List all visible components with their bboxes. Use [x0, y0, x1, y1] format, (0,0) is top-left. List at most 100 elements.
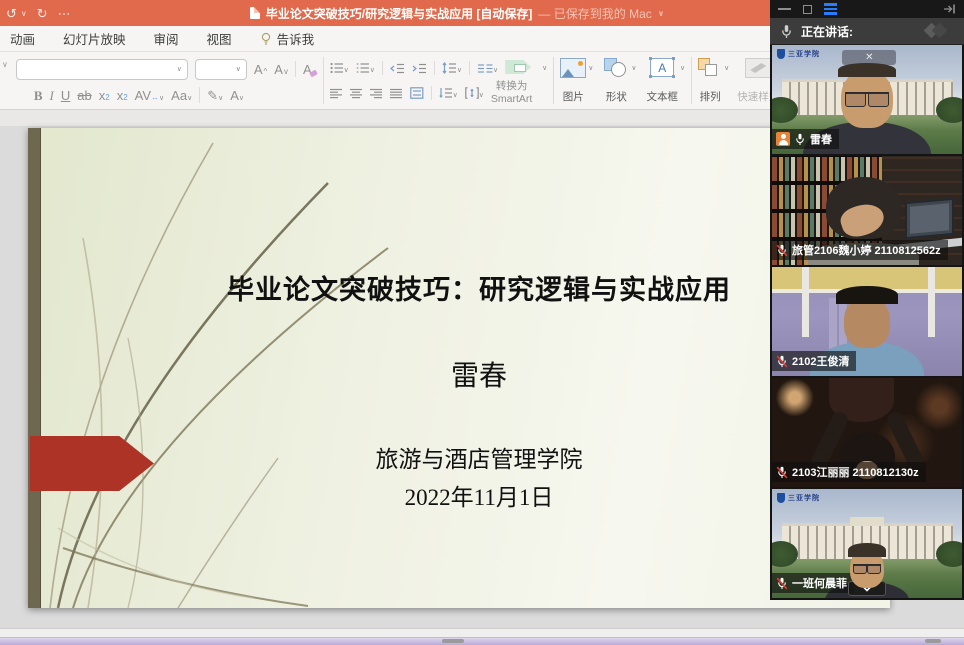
redo-icon[interactable]: ↻ [37, 7, 48, 20]
strikethrough-button[interactable]: ab [77, 89, 91, 102]
change-case-button[interactable]: Aa∨ [171, 89, 192, 102]
speaking-bar: 正在讲话: [770, 18, 964, 45]
participant-tile-wangjunqing[interactable]: 2102王俊清 [772, 267, 962, 376]
bottom-dock-strip [0, 637, 964, 645]
text-direction-button[interactable]: ∨ [439, 87, 458, 99]
participant-tile-leichun[interactable]: 三亚学院 ✕ [772, 45, 962, 154]
font-color-button[interactable]: A∨ [230, 89, 244, 102]
align-center-button[interactable] [350, 88, 363, 99]
logo-shield-icon [777, 49, 785, 59]
arrange-button[interactable]: 排列 ∨ [698, 56, 729, 105]
window-mode-icon[interactable] [803, 5, 812, 14]
document-title-text: 毕业论文突破技巧/研究逻辑与实战应用 [自动保存] [266, 5, 533, 22]
participant-tiles: 三亚学院 ✕ [770, 45, 964, 600]
columns-button[interactable]: ∨ [477, 63, 498, 74]
slide-date[interactable]: 2022年11月1日 [88, 478, 870, 512]
scrollbar-thumb[interactable] [925, 639, 941, 643]
shrink-font-button[interactable]: Av [274, 63, 288, 76]
insert-group: 图片 ∨ 形状 ∨ A 文本框 ∨ [554, 52, 691, 109]
increase-indent-button[interactable] [412, 63, 427, 74]
slide-title[interactable]: 毕业论文突破技巧：研究逻辑与实战应用 [88, 268, 870, 307]
numbered-list-button[interactable]: ∨ [356, 62, 375, 74]
undo-dropdown-caret-icon[interactable]: ∨ [21, 9, 27, 18]
tab-slideshow[interactable]: 幻灯片放映 [63, 29, 126, 48]
minimize-icon[interactable] [778, 8, 791, 10]
line-spacing-button[interactable]: ∨ [442, 62, 462, 74]
slide-department[interactable]: 旅游与酒店管理学院 [88, 440, 870, 474]
decrease-indent-icon [390, 63, 405, 74]
superscript-button[interactable]: x2 [99, 89, 110, 102]
grow-font-button[interactable]: A^ [254, 63, 267, 76]
tab-tell-me[interactable]: 告诉我 [260, 29, 315, 48]
align-text-vertical-button[interactable]: ∨ [465, 87, 484, 99]
exit-panel-icon[interactable] [943, 3, 956, 15]
insert-shapes-button[interactable]: 形状 ∨ [603, 56, 636, 105]
document-icon [250, 7, 260, 19]
quick-styles-icon [745, 58, 771, 78]
slide-left-bar [28, 128, 41, 608]
participant-tile-jianglili[interactable]: 2103江丽丽 2110812130z [772, 378, 962, 487]
clipped-dropdown-caret-icon[interactable]: ∨ [2, 60, 8, 69]
list-view-icon[interactable] [824, 3, 837, 15]
align-left-icon [330, 88, 343, 99]
highlight-pen-button[interactable]: ✎∨ [207, 89, 223, 102]
participant-name: 2102王俊清 [792, 353, 849, 369]
decrease-indent-button[interactable] [390, 63, 405, 74]
textbox-icon: A [650, 58, 674, 77]
screen: ↺ ∨ ↻ ⋯ 毕业论文突破技巧/研究逻辑与实战应用 [自动保存] — 已保存到… [0, 0, 964, 645]
align-left-button[interactable] [330, 88, 343, 99]
italic-button[interactable]: I [50, 89, 54, 102]
participant-name-bar: 2103江丽丽 2110812130z [772, 462, 926, 482]
participant-name: 一班何晨菲 [792, 575, 847, 591]
mic-muted-icon [776, 355, 788, 368]
tab-view[interactable]: 视图 [207, 29, 232, 48]
numbered-list-icon [356, 62, 370, 74]
insert-textbox-button[interactable]: A 文本框 ∨ [647, 56, 686, 105]
clear-formatting-button[interactable]: A [303, 63, 317, 76]
tab-animation[interactable]: 动画 [10, 29, 35, 48]
font-size-combo[interactable]: ∨ [195, 59, 247, 80]
mic-on-icon [794, 133, 806, 146]
host-icon [776, 132, 790, 146]
align-center-icon [350, 88, 363, 99]
arrange-icon [698, 58, 722, 78]
slide-canvas[interactable]: 毕业论文突破技巧：研究逻辑与实战应用 雷春 旅游与酒店管理学院 2022年11月… [28, 128, 890, 608]
smartart-graphic-icon[interactable] [505, 58, 535, 78]
mic-muted-icon [776, 244, 788, 257]
more-commands-icon[interactable]: ⋯ [58, 7, 71, 20]
mic-muted-icon [776, 577, 788, 590]
participant-tile-hechenfei[interactable]: 三亚学院 一班何晨菲 [772, 489, 962, 598]
document-title: 毕业论文突破技巧/研究逻辑与实战应用 [自动保存] — 已保存到我的 Mac ∨ [150, 5, 764, 22]
character-spacing-button[interactable]: AV↔∨ [135, 89, 165, 102]
align-right-button[interactable] [370, 88, 383, 99]
picture-icon [560, 58, 586, 78]
bullet-list-icon [330, 62, 344, 74]
distribute-text-button[interactable] [410, 87, 424, 99]
insert-picture-button[interactable]: 图片 ∨ [560, 56, 593, 105]
participant-tile-weixiaoting[interactable]: 旅管2106魏小婷 2110812562z [772, 156, 962, 265]
mic-muted-icon [776, 466, 788, 479]
participant-name: 雷春 [810, 131, 832, 147]
participant-name: 旅管2106魏小婷 2110812562z [792, 242, 941, 258]
justify-button[interactable] [390, 88, 403, 99]
bold-button[interactable]: B [34, 89, 43, 102]
undo-icon[interactable]: ↺ [6, 7, 17, 20]
underline-button[interactable]: U [61, 89, 70, 102]
slide-author[interactable]: 雷春 [88, 354, 870, 394]
scrollbar-thumb[interactable] [442, 639, 464, 643]
align-text-vertical-icon [465, 87, 479, 99]
tab-review[interactable]: 审阅 [154, 29, 179, 48]
tab-tell-me-label: 告诉我 [277, 29, 315, 48]
bullet-list-button[interactable]: ∨ [330, 62, 349, 74]
microphone-icon [780, 24, 793, 39]
font-name-combo[interactable]: ∨ [16, 59, 188, 80]
align-right-icon [370, 88, 383, 99]
chevron-down-icon: ∨ [236, 65, 241, 73]
saved-status-caret-icon[interactable]: ∨ [658, 9, 665, 18]
logo-shield-icon [777, 493, 785, 503]
meeting-panel: 正在讲话: 三亚学院 [770, 0, 964, 600]
participant-name-bar: 一班何晨菲 [772, 573, 854, 593]
subscript-button[interactable]: x2 [117, 89, 128, 102]
convert-to-smartart-button[interactable]: 转换为SmartArt [491, 80, 532, 106]
text-direction-icon [439, 87, 453, 99]
